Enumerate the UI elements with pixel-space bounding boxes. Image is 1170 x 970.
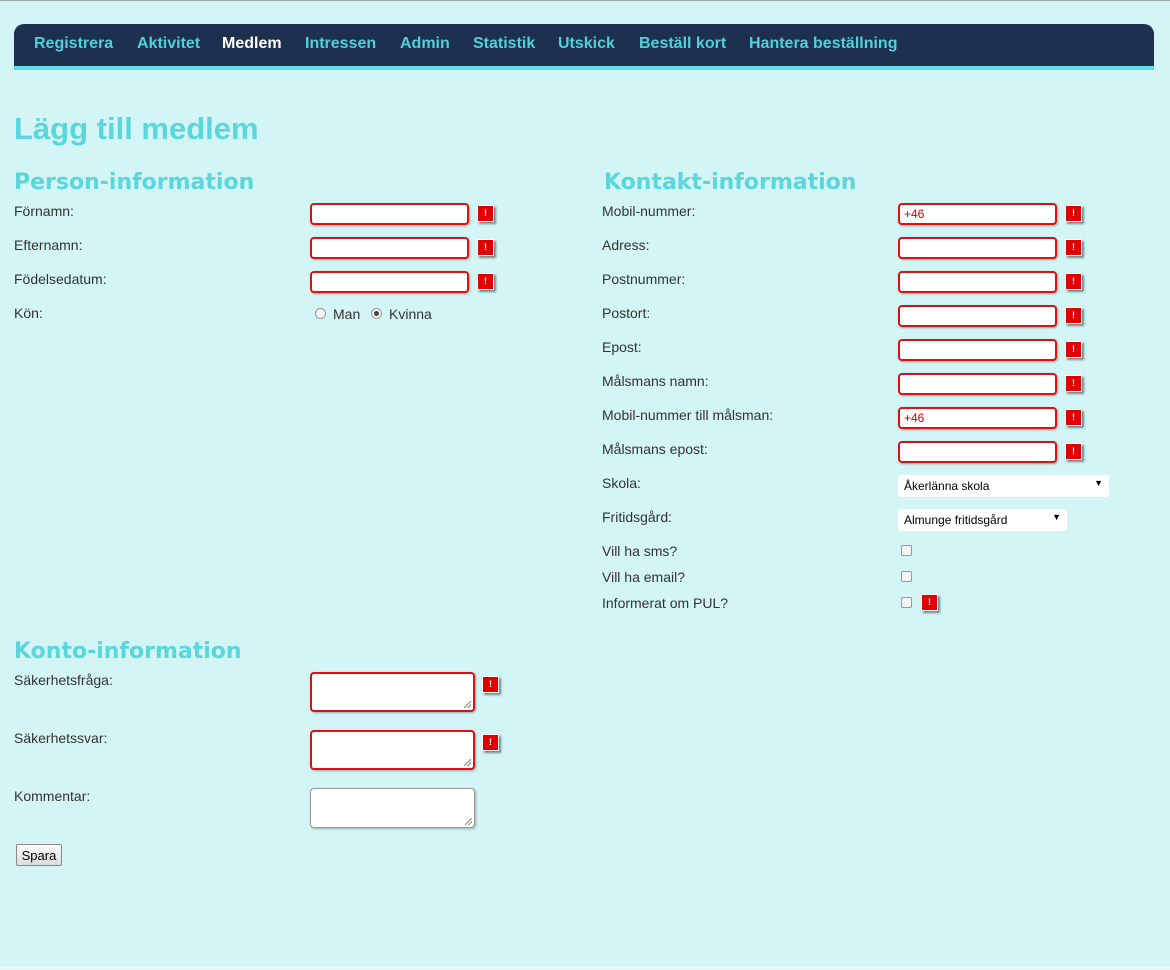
last-name-label: Efternamn: (14, 237, 83, 253)
required-icon: ! (1065, 341, 1082, 358)
email-label: Epost: (602, 339, 642, 355)
required-icon: ! (1065, 239, 1082, 256)
person-heading: Person-information (14, 170, 255, 195)
youth-center-label: Fritidsgård: (602, 509, 673, 525)
city-field[interactable] (898, 305, 1057, 327)
page-title: Lägg till medlem (14, 111, 259, 146)
gender-label: Kön: (14, 305, 43, 321)
required-icon: ! (1065, 273, 1082, 290)
city-label: Postort: (602, 305, 651, 321)
guardian-mobile-label: Mobil-nummer till målsman: (602, 407, 774, 423)
first-name-label: Förnamn: (14, 203, 74, 219)
guardian-email-label: Målsmans epost: (602, 441, 708, 457)
resize-grip-icon[interactable] (464, 701, 471, 708)
guardian-name-field[interactable] (898, 373, 1057, 395)
main-nav: Registrera Aktivitet Medlem Intressen Ad… (14, 24, 1154, 70)
postcode-field[interactable] (898, 271, 1057, 293)
nav-item-intressen[interactable]: Intressen (305, 35, 376, 53)
nav-item-bestall-kort[interactable]: Beställ kort (639, 35, 726, 53)
email-field[interactable] (898, 339, 1057, 361)
resize-grip-icon[interactable] (464, 759, 471, 766)
security-question-label: Säkerhetsfråga: (14, 672, 113, 688)
guardian-email-field[interactable] (898, 441, 1057, 463)
nav-item-medlem[interactable]: Medlem (222, 35, 282, 53)
gender-radio-man[interactable] (315, 308, 326, 319)
required-icon: ! (1065, 443, 1082, 460)
school-select[interactable]: Åkerlänna skola ▼ (898, 475, 1109, 497)
address-field[interactable] (898, 237, 1057, 259)
nav-item-statistik[interactable]: Statistik (473, 35, 535, 53)
first-name-field[interactable] (310, 203, 469, 225)
nav-item-registrera[interactable]: Registrera (34, 35, 113, 53)
postcode-label: Postnummer: (602, 271, 686, 287)
required-icon: ! (477, 273, 494, 290)
mobile-label: Mobil-nummer: (602, 203, 696, 219)
account-heading: Konto-information (14, 639, 242, 664)
nav-item-hantera-bestallning[interactable]: Hantera beställning (749, 35, 897, 53)
mobile-field[interactable] (898, 203, 1057, 225)
required-icon: ! (482, 734, 499, 751)
required-icon: ! (921, 594, 938, 611)
required-icon: ! (1065, 205, 1082, 222)
dropdown-arrow-icon: ▼ (1094, 478, 1103, 488)
required-icon: ! (1065, 307, 1082, 324)
save-button[interactable]: Spara (16, 844, 62, 866)
sms-label: Vill ha sms? (602, 543, 678, 559)
youth-center-select[interactable]: Almunge fritidsgård ▼ (898, 509, 1067, 531)
required-icon: ! (482, 676, 499, 693)
gender-radio-kvinna[interactable] (371, 308, 382, 319)
gender-option-man: Man (333, 306, 361, 322)
last-name-field[interactable] (310, 237, 469, 259)
comment-label: Kommentar: (14, 788, 91, 804)
guardian-name-label: Målsmans namn: (602, 373, 709, 389)
pul-label: Informerat om PUL? (602, 595, 729, 611)
security-answer-label: Säkerhetssvar: (14, 730, 108, 746)
sms-checkbox[interactable] (901, 545, 912, 556)
required-icon: ! (477, 205, 494, 222)
resize-grip-icon[interactable] (465, 818, 472, 825)
birth-date-label: Födelsedatum: (14, 271, 107, 287)
youth-center-selected-value: Almunge fritidsgård (904, 513, 1008, 527)
nav-item-utskick[interactable]: Utskick (558, 35, 615, 53)
contact-heading: Kontakt-information (604, 170, 857, 195)
nav-item-aktivitet[interactable]: Aktivitet (137, 35, 200, 53)
security-question-field[interactable] (310, 672, 475, 712)
required-icon: ! (477, 239, 494, 256)
required-icon: ! (1065, 409, 1082, 426)
email-pref-label: Vill ha email? (602, 569, 686, 585)
address-label: Adress: (602, 237, 650, 253)
school-selected-value: Åkerlänna skola (904, 479, 990, 493)
gender-option-kvinna: Kvinna (389, 306, 432, 322)
guardian-mobile-field[interactable] (898, 407, 1057, 429)
top-divider (0, 0, 1170, 1)
security-answer-field[interactable] (310, 730, 475, 770)
comment-field[interactable] (310, 788, 475, 828)
school-label: Skola: (602, 475, 641, 491)
nav-item-admin[interactable]: Admin (400, 35, 450, 53)
pul-checkbox[interactable] (901, 597, 912, 608)
email-pref-checkbox[interactable] (901, 571, 912, 582)
required-icon: ! (1065, 375, 1082, 392)
birth-date-field[interactable] (310, 271, 469, 293)
dropdown-arrow-icon: ▼ (1052, 512, 1061, 522)
